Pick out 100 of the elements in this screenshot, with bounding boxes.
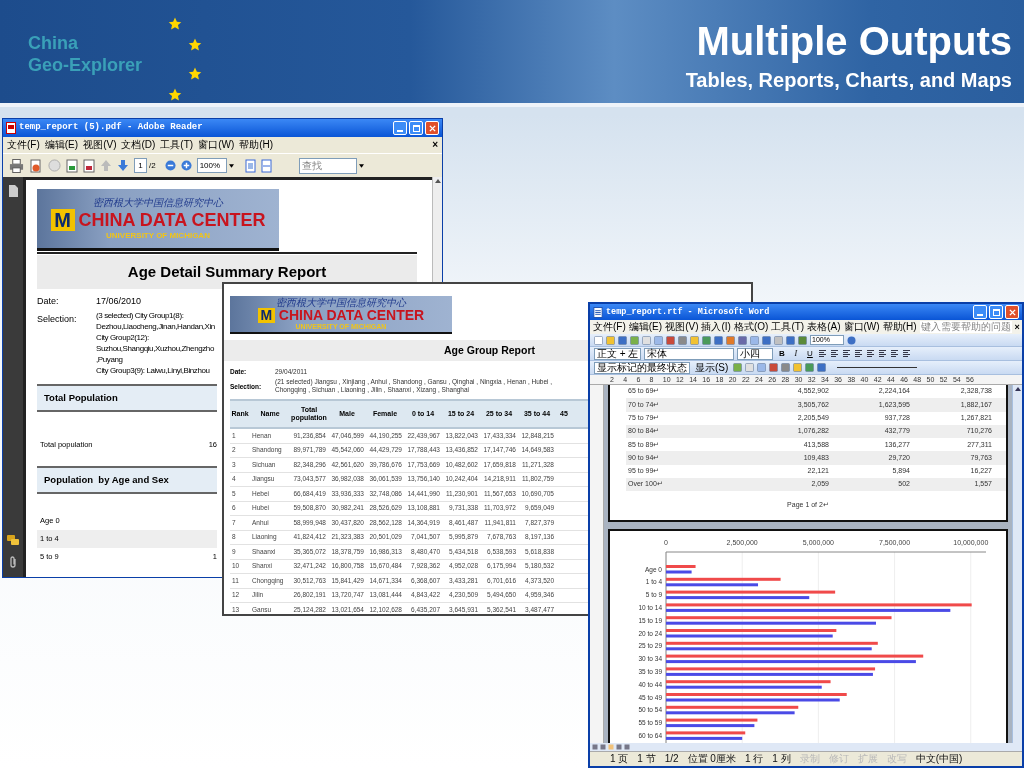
zoom-field[interactable]: 100%	[196, 158, 227, 173]
page-icon[interactable]	[83, 158, 95, 173]
page-icon[interactable]	[66, 158, 78, 173]
caret-icon[interactable]	[358, 163, 364, 168]
menu-item[interactable]: 工具(T)	[771, 321, 805, 333]
status-item: 1 行	[744, 753, 764, 765]
status-item: 中文(中国)	[915, 753, 963, 765]
page-number-field[interactable]: 1	[134, 158, 147, 173]
up-arrow-icon[interactable]	[1014, 387, 1021, 391]
star-icon	[168, 17, 182, 31]
section-heading: Population by Age and Sex	[44, 472, 169, 487]
font-size-field[interactable]: 小四	[737, 347, 774, 360]
chart-bar	[666, 565, 696, 568]
close-document-button[interactable]: ×	[1014, 322, 1020, 332]
status-item: 1/2	[664, 753, 679, 765]
field-value: 17/06/2010	[96, 295, 143, 307]
menu-item[interactable]: 编辑(E)	[628, 321, 663, 333]
window-title: temp_report.rtf - Microsoft Word	[606, 305, 770, 319]
align-lines-icon[interactable]	[854, 349, 864, 358]
document-icon	[6, 122, 16, 134]
minimize-button[interactable]	[393, 121, 407, 135]
selection-text: ,Puyang	[96, 354, 124, 365]
help-search-field[interactable]: 键入需要帮助的问题	[919, 321, 1012, 333]
menu-item[interactable]: 窗口(W)	[198, 139, 235, 151]
banner-title: CHINA DATA CENTER	[78, 209, 266, 230]
report-title: Age Group Report	[444, 342, 535, 358]
minimize-button[interactable]	[973, 305, 987, 319]
menu-item[interactable]: 视图(V)	[665, 321, 699, 333]
field-label: Date:	[37, 295, 60, 307]
star-icon	[188, 38, 202, 52]
banner-chinese-text: 密西根大学中国信息研究中心	[276, 297, 406, 308]
menu-item[interactable]: 帮助(H)	[239, 139, 274, 151]
align-lines-icon[interactable]	[866, 349, 876, 358]
help-icon[interactable]	[847, 335, 856, 345]
horizontal-scrollbar[interactable]	[590, 743, 1022, 751]
font-field[interactable]: 宋体	[644, 347, 735, 360]
zoom-out-icon[interactable]	[164, 160, 176, 171]
selection-text: Dezhou,Liaocheng,Jinan,Handan,Xin	[96, 321, 216, 332]
slide-subtitle: Tables, Reports, Charts, and Maps	[685, 68, 1012, 92]
search-field[interactable]: 查找	[298, 157, 357, 174]
star-icon	[188, 67, 202, 81]
banner-chinese-text: 密西根大学中国信息研究中心	[93, 196, 223, 209]
status-item: 位置 0厘米	[687, 753, 736, 765]
menu-item[interactable]: 文件(F)	[7, 139, 40, 151]
menu-item[interactable]: 表格(A)	[807, 321, 841, 333]
menu-item[interactable]: 格式(O)	[733, 321, 769, 333]
speech-bubbles-icon[interactable]	[7, 535, 19, 546]
banner-title: CHINA DATA CENTER	[278, 307, 425, 323]
logo-letter: M	[50, 208, 75, 231]
selection-text: Suzhou,Shangqiu,Xuzhou,Zhengzho	[96, 343, 215, 354]
show-button[interactable]: 显示(S)	[693, 361, 731, 374]
menu-item[interactable]: 文件(F)	[593, 321, 626, 333]
chart-bar	[666, 570, 692, 574]
document-icon[interactable]	[29, 158, 43, 173]
status-item: 1 页	[610, 753, 629, 765]
fit-width-icon[interactable]	[260, 158, 272, 173]
caret-icon[interactable]	[228, 163, 234, 168]
close-document-button[interactable]: ×	[432, 140, 438, 150]
logo-text: China	[28, 32, 78, 54]
align-lines-icon[interactable]	[890, 349, 900, 358]
menu-item[interactable]: 帮助(H)	[882, 321, 917, 333]
menu-item[interactable]: 插入(I)	[701, 321, 731, 333]
status-item: 1 列	[772, 753, 791, 765]
maximize-button[interactable]	[409, 121, 423, 135]
style-field[interactable]: 正文 + 左	[594, 347, 642, 360]
menu-item[interactable]: 工具(T)	[160, 139, 194, 151]
menu-item[interactable]: 编辑(E)	[44, 139, 79, 151]
align-lines-icon[interactable]	[878, 349, 888, 358]
align-lines-icon[interactable]	[818, 349, 828, 358]
markup-view-field[interactable]: 显示标记的最终状态	[594, 361, 690, 374]
slide-title: Multiple Outputs	[696, 18, 1012, 64]
format-button[interactable]: U	[804, 348, 816, 359]
banner-subtitle: UNIVERSITY OF MICHIGAN	[106, 230, 210, 241]
report-title: Age Detail Summary Report	[127, 261, 327, 282]
menu-item[interactable]: 文档(D)	[121, 139, 156, 151]
up-arrow-icon[interactable]	[434, 179, 441, 183]
menu-item[interactable]: 视图(V)	[83, 139, 117, 151]
close-button[interactable]	[425, 121, 439, 135]
maximize-button[interactable]	[989, 305, 1003, 319]
close-button[interactable]	[1005, 305, 1019, 319]
align-lines-icon[interactable]	[902, 349, 912, 358]
selection-text: (3 selected) City Group1(8):	[96, 310, 185, 321]
down-arrow-icon[interactable]	[117, 159, 129, 172]
align-lines-icon[interactable]	[830, 349, 840, 358]
page-count: /2	[149, 159, 156, 172]
align-lines-icon[interactable]	[842, 349, 852, 358]
window-title: temp_report (5).pdf - Adobe Reader	[19, 121, 203, 135]
scrollbar[interactable]	[1012, 385, 1022, 743]
selection-text: City Group2(12):	[96, 332, 150, 343]
format-button[interactable]: I	[790, 348, 802, 359]
fit-page-icon[interactable]	[244, 158, 256, 173]
printer-icon[interactable]	[9, 158, 24, 173]
status-item: 1 节	[637, 753, 656, 765]
paperclip-icon[interactable]	[8, 556, 18, 569]
logo-letter: M	[257, 307, 275, 323]
section-heading: Total Population	[44, 390, 118, 405]
format-button[interactable]: B	[776, 348, 788, 359]
zoom-in-icon[interactable]	[180, 160, 192, 171]
page-icon[interactable]	[8, 185, 18, 197]
menu-item[interactable]: 窗口(W)	[843, 321, 880, 333]
